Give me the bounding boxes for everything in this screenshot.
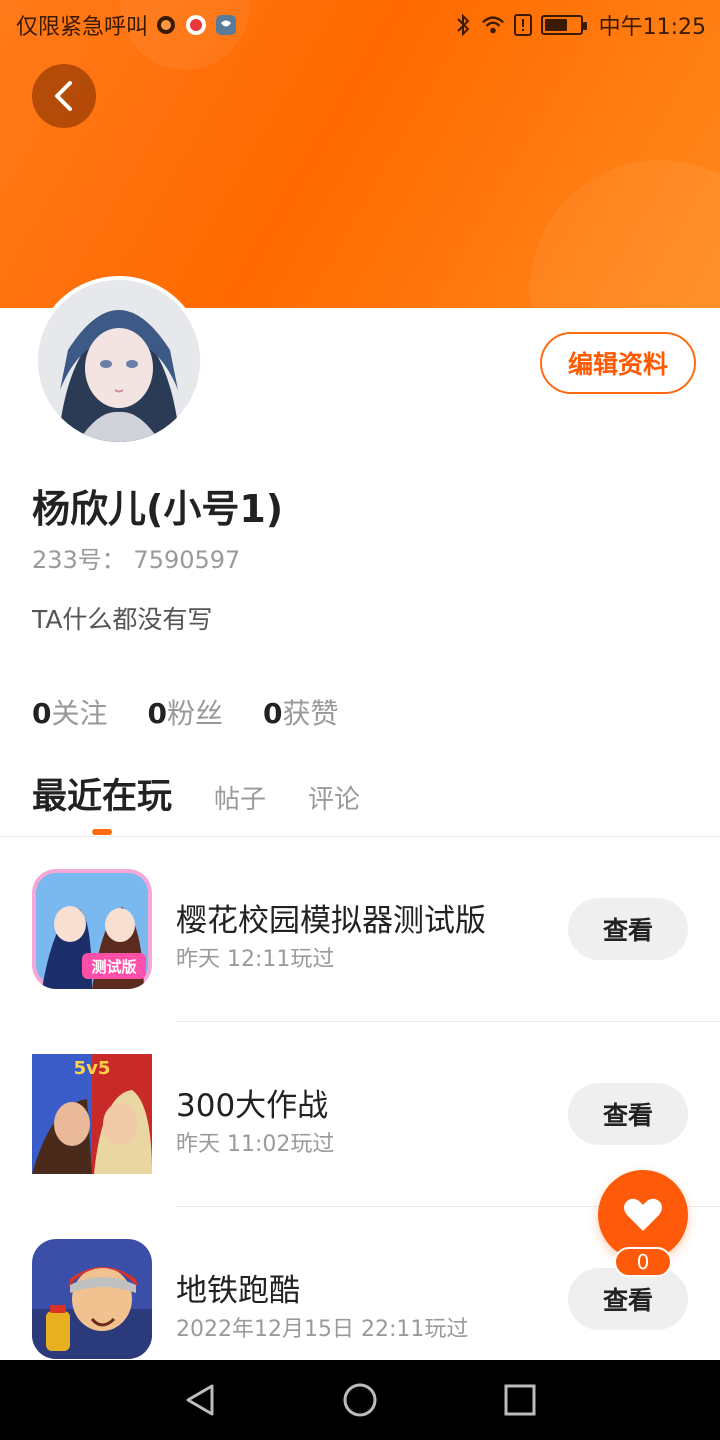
stat-label: 获赞 bbox=[282, 697, 339, 730]
profile-id: 233号： 7590597 bbox=[32, 546, 241, 574]
clock: 中午11:25 bbox=[598, 15, 706, 40]
profile-bio: TA什么都没有写 bbox=[32, 605, 213, 634]
tab-recently-played[interactable]: 最近在玩 bbox=[32, 768, 172, 819]
notification-app-icon bbox=[214, 13, 238, 37]
stat-value: 0 bbox=[32, 697, 52, 730]
notification-app-icon bbox=[154, 13, 178, 37]
list-item[interactable]: 5v5 300大作战 昨天 11:02玩过 查看 bbox=[0, 1022, 720, 1207]
stat-value: 0 bbox=[263, 697, 283, 730]
heart-icon bbox=[624, 1198, 662, 1231]
active-tab-indicator bbox=[92, 829, 112, 835]
triangle-back-icon bbox=[186, 1384, 214, 1416]
sim-alert-icon bbox=[511, 13, 535, 37]
circle-home-icon bbox=[343, 1383, 377, 1417]
chevron-left-icon bbox=[55, 81, 72, 111]
game-icon-text: 5v5 bbox=[74, 1058, 111, 1079]
profile-stats: 0 关注 0 粉丝 0 获赞 bbox=[32, 692, 339, 732]
stat-following[interactable]: 0 关注 bbox=[32, 692, 108, 732]
system-navigation-bar bbox=[0, 1360, 720, 1440]
status-right: 中午11:25 bbox=[451, 9, 706, 41]
stat-value: 0 bbox=[147, 697, 167, 730]
square-recents-icon bbox=[504, 1384, 536, 1416]
status-bar: 仅限紧急呼叫 中午11:25 bbox=[0, 0, 720, 50]
avatar-image bbox=[38, 280, 200, 442]
nav-home-button[interactable] bbox=[330, 1370, 390, 1430]
carrier-text: 仅限紧急呼叫 bbox=[16, 15, 149, 40]
stat-fans[interactable]: 0 粉丝 bbox=[148, 692, 224, 732]
profile-name: 杨欣儿(小号1) bbox=[32, 487, 284, 531]
nav-recents-button[interactable] bbox=[490, 1370, 550, 1430]
game-title: 300大作战 bbox=[176, 1088, 329, 1124]
game-played-time: 2022年12月15日 22:11玩过 bbox=[176, 1317, 469, 1342]
game-icon bbox=[32, 1239, 152, 1359]
view-button[interactable]: 查看 bbox=[568, 1083, 688, 1145]
game-played-time: 昨天 12:11玩过 bbox=[176, 947, 335, 972]
game-icon-text: 测试版 bbox=[91, 958, 136, 976]
bluetooth-icon bbox=[451, 13, 475, 37]
stat-label: 粉丝 bbox=[166, 697, 223, 730]
tab-comments[interactable]: 评论 bbox=[308, 779, 360, 816]
list-item[interactable]: 测试版 樱花校园模拟器测试版 昨天 12:11玩过 查看 bbox=[0, 837, 720, 1022]
tab-posts[interactable]: 帖子 bbox=[214, 779, 266, 816]
view-button[interactable]: 查看 bbox=[568, 898, 688, 960]
notification-app-icon bbox=[184, 13, 208, 37]
profile-tabs: 最近在玩 帖子 评论 bbox=[32, 768, 360, 819]
game-icon: 5v5 bbox=[32, 1054, 152, 1174]
battery-icon bbox=[540, 15, 587, 35]
game-played-time: 昨天 11:02玩过 bbox=[176, 1132, 335, 1157]
header-decoration bbox=[530, 160, 720, 308]
game-title: 地铁跑酷 bbox=[176, 1273, 300, 1309]
like-count-badge: 0 bbox=[614, 1247, 672, 1277]
back-button[interactable] bbox=[32, 64, 96, 128]
stat-likes[interactable]: 0 获赞 bbox=[263, 692, 339, 732]
avatar[interactable] bbox=[34, 276, 204, 446]
nav-back-button[interactable] bbox=[170, 1370, 230, 1430]
stat-label: 关注 bbox=[51, 697, 108, 730]
view-button[interactable]: 查看 bbox=[568, 1268, 688, 1330]
status-left: 仅限紧急呼叫 bbox=[16, 9, 238, 41]
game-title: 樱花校园模拟器测试版 bbox=[176, 903, 486, 939]
edit-profile-button[interactable]: 编辑资料 bbox=[540, 332, 696, 394]
game-icon: 测试版 bbox=[32, 869, 152, 989]
wifi-icon bbox=[481, 13, 505, 37]
